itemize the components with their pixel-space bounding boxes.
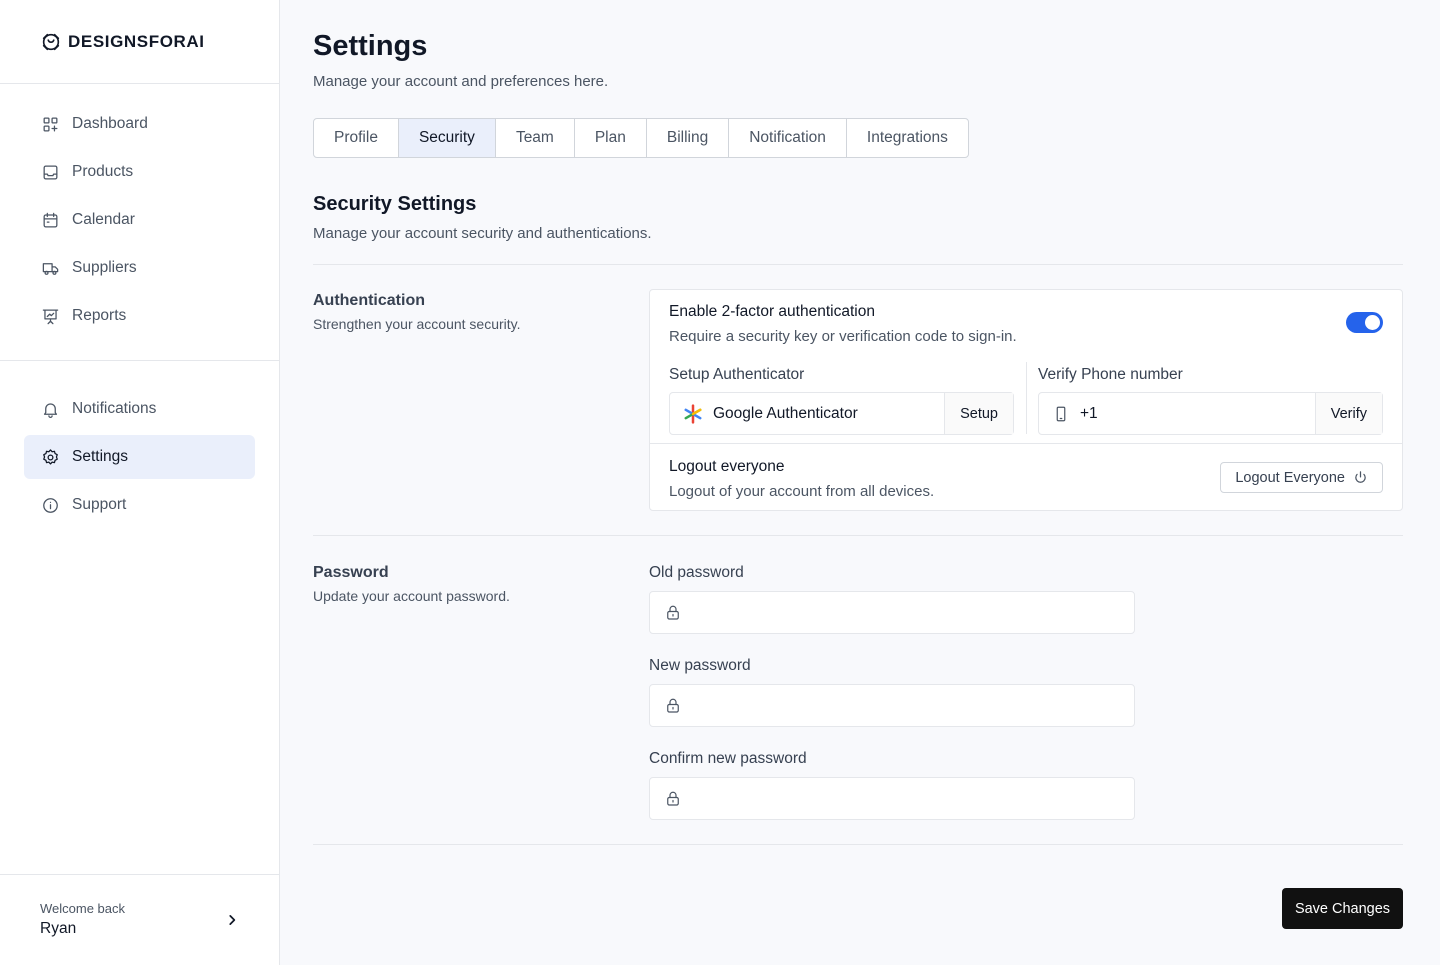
two-factor-title: Enable 2-factor authentication (669, 303, 875, 320)
section-subtitle: Manage your account security and authent… (313, 225, 652, 242)
tab-integrations[interactable]: Integrations (847, 119, 968, 157)
tab-plan[interactable]: Plan (575, 119, 647, 157)
lock-icon (667, 605, 679, 620)
phone-field: +1 Verify (1038, 392, 1383, 435)
old-password-field[interactable] (649, 591, 1135, 634)
sidebar-item-label: Dashboard (72, 115, 148, 132)
info-icon (40, 495, 60, 515)
sidebar-item-label: Reports (72, 307, 127, 324)
logout-button-label: Logout Everyone (1235, 469, 1345, 486)
phone-label: Verify Phone number (1038, 366, 1183, 383)
sidebar-item-calendar[interactable]: Calendar (24, 198, 255, 242)
welcome-text: Welcome back (40, 901, 126, 916)
password-label: Password (313, 564, 389, 581)
authenticator-name: Google Authenticator (713, 404, 858, 422)
new-password-input[interactable] (692, 697, 1134, 714)
field-divider (1026, 362, 1027, 434)
google-authenticator-icon (684, 403, 702, 424)
sidebar-item-notifications[interactable]: Notifications (24, 387, 255, 431)
tab-billing[interactable]: Billing (647, 119, 730, 157)
truck-icon (40, 258, 60, 278)
bell-icon (40, 399, 60, 419)
logout-subtitle: Logout of your account from all devices. (669, 483, 935, 500)
logout-title: Logout everyone (669, 458, 785, 475)
divider (313, 535, 1403, 536)
sidebar-item-dashboard[interactable]: Dashboard (24, 102, 255, 146)
section-title: Security Settings (313, 193, 477, 215)
sidebar-item-suppliers[interactable]: Suppliers (24, 246, 255, 290)
old-password-label: Old password (649, 564, 744, 581)
brand-logo[interactable]: DESIGNSFORAI (0, 0, 279, 84)
user-name: Ryan (40, 920, 77, 937)
logo-icon (42, 33, 60, 50)
confirm-password-field[interactable] (649, 777, 1135, 820)
user-menu[interactable]: Welcome back Ryan (0, 874, 279, 965)
sidebar: DESIGNSFORAI Dashboard Products Calendar… (0, 0, 280, 965)
new-password-field[interactable] (649, 684, 1135, 727)
phone-value: +1 (1080, 404, 1098, 422)
tab-profile[interactable]: Profile (314, 119, 399, 157)
card-divider (650, 443, 1402, 444)
divider (313, 264, 1403, 265)
save-changes-button[interactable]: Save Changes (1282, 888, 1403, 929)
tab-notification[interactable]: Notification (729, 119, 847, 157)
sidebar-item-reports[interactable]: Reports (24, 294, 255, 338)
toggle-knob (1365, 315, 1380, 330)
tab-security[interactable]: Security (398, 119, 496, 157)
two-factor-toggle[interactable] (1346, 312, 1383, 333)
setup-button[interactable]: Setup (944, 393, 1013, 434)
page-title: Settings (313, 30, 428, 62)
authenticator-value[interactable]: Google Authenticator (670, 393, 944, 434)
sidebar-item-label: Products (72, 163, 134, 180)
authentication-card: Enable 2-factor authentication Require a… (649, 289, 1403, 511)
sidebar-item-label: Calendar (72, 211, 135, 228)
new-password-label: New password (649, 657, 751, 674)
chevron-right-icon (229, 915, 236, 925)
sidebar-item-label: Support (72, 496, 127, 513)
authentication-subtitle: Strengthen your account security. (313, 316, 521, 332)
phone-input[interactable]: +1 (1039, 393, 1315, 434)
page-subtitle: Manage your account and preferences here… (313, 73, 609, 90)
calendar-icon (40, 210, 60, 230)
secondary-nav: Notifications Settings Support (0, 361, 279, 549)
inbox-icon (40, 162, 60, 182)
lock-icon (667, 698, 679, 713)
presentation-chart-icon (40, 306, 60, 326)
sidebar-item-support[interactable]: Support (24, 483, 255, 527)
tab-team[interactable]: Team (496, 119, 575, 157)
power-icon (1355, 471, 1366, 483)
authentication-label: Authentication (313, 292, 425, 309)
authenticator-field: Google Authenticator Setup (669, 392, 1014, 435)
authenticator-label: Setup Authenticator (669, 366, 805, 383)
sidebar-item-label: Settings (72, 448, 129, 465)
confirm-password-input[interactable] (692, 790, 1134, 807)
verify-button[interactable]: Verify (1314, 393, 1382, 434)
password-subtitle: Update your account password. (313, 588, 510, 604)
settings-tabs: Profile Security Team Plan Billing Notif… (313, 118, 969, 158)
gear-icon (40, 447, 60, 467)
logout-everyone-button[interactable]: Logout Everyone (1220, 462, 1383, 493)
two-factor-subtitle: Require a security key or verification c… (669, 328, 1017, 345)
confirm-password-label: Confirm new password (649, 750, 807, 767)
lock-icon (667, 791, 679, 806)
brand-name: DESIGNSFORAI (68, 31, 205, 51)
divider (313, 844, 1403, 845)
phone-icon (1056, 406, 1066, 421)
old-password-input[interactable] (692, 604, 1134, 621)
primary-nav: Dashboard Products Calendar Suppliers Re… (0, 84, 279, 360)
sidebar-item-label: Notifications (72, 400, 157, 417)
dashboard-icon (40, 114, 60, 134)
user-info: Welcome back Ryan (40, 901, 125, 938)
sidebar-item-settings[interactable]: Settings (24, 435, 255, 479)
sidebar-item-products[interactable]: Products (24, 150, 255, 194)
sidebar-item-label: Suppliers (72, 259, 137, 276)
